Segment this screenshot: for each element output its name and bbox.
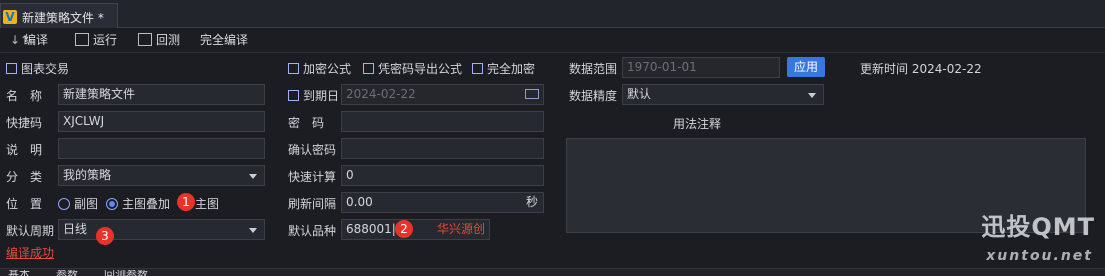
precision-value: 默认 bbox=[627, 87, 652, 101]
period-value: 日线 bbox=[63, 222, 88, 236]
shortcut-field[interactable]: XJCLWJ bbox=[58, 111, 265, 132]
compile-button[interactable]: ↓↑编译 bbox=[10, 31, 48, 49]
name-label: 名 称 bbox=[6, 89, 43, 103]
precision-select[interactable]: 默认 bbox=[622, 84, 824, 105]
password-label: 密 码 bbox=[288, 116, 325, 130]
update-time: 更新时间 2024-02-22 bbox=[860, 60, 982, 77]
backtest-chart-icon bbox=[138, 33, 152, 46]
callout-badge-2: 2 bbox=[395, 220, 413, 238]
checkbox-icon bbox=[288, 90, 299, 101]
default-symbol-field[interactable]: 688001| 华兴源创 bbox=[341, 219, 490, 240]
chevron-down-icon bbox=[249, 228, 257, 233]
watermark-url: xuntou.net bbox=[986, 248, 1093, 264]
run-button[interactable]: 运行 bbox=[75, 31, 117, 49]
position-radio-sub[interactable]: 副图 bbox=[58, 195, 98, 212]
full-encrypt-checkbox[interactable]: 完全加密 bbox=[472, 60, 535, 77]
tab-strategy-file[interactable]: V 新建策略文件 * bbox=[0, 3, 118, 28]
position-radio-main[interactable]: 主图 bbox=[195, 195, 219, 212]
data-range-field[interactable]: 1970-01-01 bbox=[622, 57, 780, 78]
position-radio-overlay[interactable]: 主图叠加 bbox=[106, 195, 170, 212]
compile-status: 编译成功 bbox=[6, 246, 55, 260]
checkbox-icon bbox=[363, 63, 374, 74]
checkbox-icon bbox=[6, 63, 17, 74]
full-compile-button[interactable]: 完全编译 bbox=[200, 31, 248, 49]
default-symbol-label: 默认品种 bbox=[288, 224, 337, 238]
chevron-down-icon bbox=[249, 174, 257, 179]
quick-calc-field[interactable]: 0 bbox=[341, 165, 544, 186]
password-field[interactable] bbox=[341, 111, 544, 132]
quick-calc-label: 快速计算 bbox=[288, 170, 337, 184]
category-value: 我的策略 bbox=[63, 168, 112, 182]
refresh-interval-label: 刷新间隔 bbox=[288, 197, 337, 211]
tab-params[interactable]: 参数 bbox=[56, 270, 78, 276]
category-label: 分 类 bbox=[6, 170, 43, 184]
checkbox-icon bbox=[472, 63, 483, 74]
tab-basic[interactable]: 基本 bbox=[8, 270, 30, 276]
refresh-interval-value: 0.00 bbox=[346, 195, 373, 209]
keyboard-icon bbox=[525, 89, 539, 99]
expire-date-field[interactable]: 2024-02-22 bbox=[341, 84, 544, 105]
expire-date-value: 2024-02-22 bbox=[346, 87, 416, 101]
refresh-interval-field[interactable]: 0.00 秒 bbox=[341, 192, 544, 213]
default-symbol-value: 688001| bbox=[346, 222, 396, 236]
update-time-label: 更新时间 bbox=[860, 62, 909, 76]
data-range-label: 数据范围 bbox=[569, 62, 618, 76]
category-select[interactable]: 我的策略 bbox=[58, 165, 265, 186]
desc-field[interactable] bbox=[58, 138, 265, 159]
confirm-password-field[interactable] bbox=[341, 138, 544, 159]
refresh-unit: 秒 bbox=[525, 195, 538, 209]
update-time-value: 2024-02-22 bbox=[911, 62, 982, 76]
period-label: 默认周期 bbox=[6, 224, 55, 238]
radio-icon bbox=[58, 198, 70, 210]
callout-badge-3: 3 bbox=[96, 227, 114, 245]
backtest-button[interactable]: 回测 bbox=[138, 31, 180, 49]
encrypt-checkbox[interactable]: 加密公式 bbox=[288, 60, 351, 77]
chevron-down-icon bbox=[808, 93, 816, 98]
export-encrypt-checkbox[interactable]: 凭密码导出公式 bbox=[363, 60, 462, 77]
tab-title: 新建策略文件 * bbox=[22, 11, 104, 25]
bottom-tab-bar bbox=[0, 268, 1105, 276]
shortcut-label: 快捷码 bbox=[6, 116, 43, 130]
notes-label: 用法注释 bbox=[673, 117, 722, 131]
run-icon bbox=[75, 33, 89, 46]
sort-arrows-icon: ↓↑ bbox=[10, 33, 31, 47]
apply-button[interactable]: 应用 bbox=[787, 57, 825, 77]
app-logo-icon: V bbox=[3, 10, 17, 24]
chart-trade-checkbox[interactable]: 图表交易 bbox=[6, 60, 69, 77]
callout-badge-1: 1 bbox=[177, 193, 195, 211]
tab-backtest-params[interactable]: 回测参数 bbox=[104, 270, 148, 276]
confirm-password-label: 确认密码 bbox=[288, 143, 337, 157]
position-label: 位 置 bbox=[6, 197, 43, 211]
checkbox-icon bbox=[288, 63, 299, 74]
desc-label: 说 明 bbox=[6, 143, 43, 157]
symbol-name: 华兴源创 bbox=[436, 222, 485, 236]
name-field[interactable]: 新建策略文件 bbox=[58, 84, 265, 105]
expire-checkbox[interactable]: 到期日 bbox=[288, 87, 339, 104]
period-select[interactable]: 日线 bbox=[58, 219, 265, 240]
title-bar bbox=[0, 0, 1105, 28]
watermark-logo: 迅投QMT bbox=[981, 213, 1095, 241]
precision-label: 数据精度 bbox=[569, 89, 618, 103]
radio-selected-icon bbox=[106, 198, 118, 210]
